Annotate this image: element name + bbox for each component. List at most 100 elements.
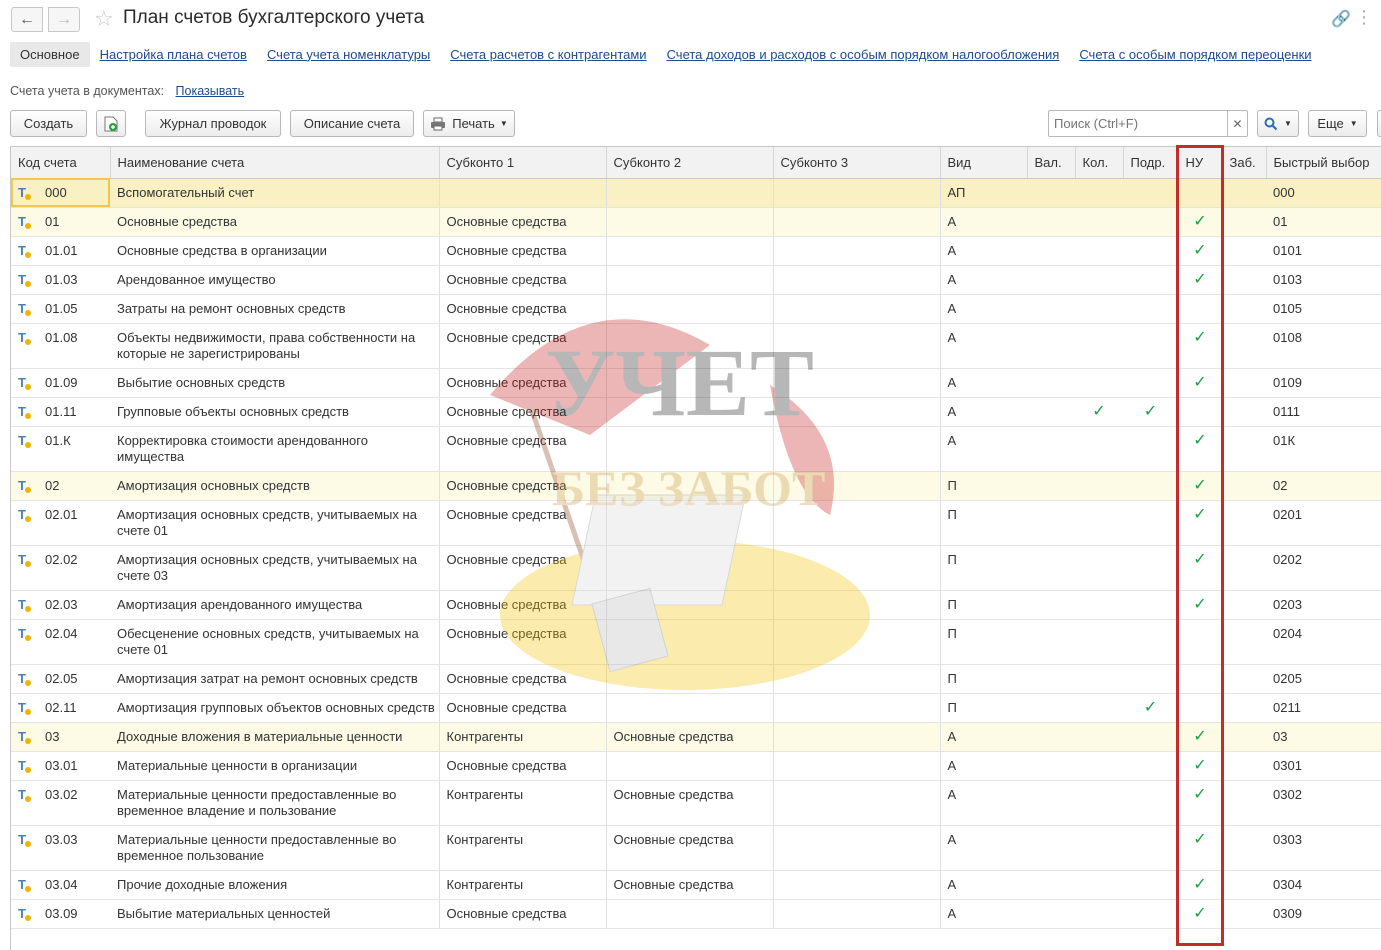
tab-special-tax-accounts[interactable]: Счета доходов и расходов с особым порядк…: [667, 47, 1060, 62]
cell-subconto1: [439, 178, 607, 208]
col-header-subconto1[interactable]: Субконто 1: [439, 147, 607, 179]
tab-chart-settings[interactable]: Настройка плана счетов: [100, 47, 247, 62]
cell-kol-flag: [1075, 751, 1123, 781]
table-row[interactable]: T 02.05 Амортизация затрат на ремонт основ…: [11, 664, 1381, 694]
cell-quick-text: 0304: [1273, 876, 1302, 892]
cell-subconto3: [773, 870, 941, 900]
create-button-label: Создать: [23, 116, 74, 131]
table-row[interactable]: T 01.09 Выбытие основных средств Основные с…: [11, 368, 1381, 398]
cell-subconto2: Основные средства: [606, 722, 774, 752]
table-row[interactable]: T 01.05 Затраты на ремонт основных средств…: [11, 294, 1381, 324]
cell-subconto3: [773, 471, 941, 501]
cell-subconto3: [773, 500, 941, 546]
cell-nu-flag: ✓: [1178, 500, 1222, 546]
table-row[interactable]: T 01.К Корректировка стоимости арендованно…: [11, 426, 1381, 472]
more-vertical-icon[interactable]: ⋮: [1355, 7, 1373, 28]
table-row[interactable]: T 03.03 Материальные ценности предоставлен…: [11, 825, 1381, 871]
cell-offbalance: [1222, 178, 1266, 208]
cell-subconto2: [606, 619, 774, 665]
cell-name-text: Основные средства в организации: [117, 242, 327, 258]
table-row[interactable]: T 02.01 Амортизация основных средств, учит…: [11, 500, 1381, 546]
table-row[interactable]: T 01.03 Арендованное имущество Основные сре…: [11, 265, 1381, 295]
cell-quick: 0201: [1266, 500, 1381, 546]
description-button[interactable]: Описание счета: [290, 110, 414, 137]
cell-name: Объекты недвижимости, права собственност…: [110, 323, 440, 369]
col-header-division[interactable]: Подр.: [1123, 147, 1179, 179]
table-row[interactable]: T 02.11 Амортизация групповых объектов осн…: [11, 693, 1381, 723]
cell-subconto1-text: Основные средства: [446, 403, 567, 419]
favorite-star-icon[interactable]: ☆: [94, 6, 114, 31]
col-header-offbalance[interactable]: Заб.: [1222, 147, 1267, 179]
search-options-button[interactable]: ▼: [1257, 110, 1299, 137]
col-header-code[interactable]: Код счета: [11, 147, 111, 179]
cell-val-flag: [1027, 899, 1075, 929]
cell-name-text: Затраты на ремонт основных средств: [117, 300, 346, 316]
clear-search-icon[interactable]: ✕: [1227, 111, 1247, 136]
cell-podr-flag: [1123, 664, 1178, 694]
cell-kind-text: П: [947, 506, 957, 522]
cell-code-text: 03.04: [45, 876, 78, 892]
description-button-label: Описание счета: [303, 116, 401, 131]
cell-subconto1: Основные средства: [439, 500, 607, 546]
check-icon: ✓: [1193, 727, 1207, 745]
table-row[interactable]: T 01.01 Основные средства в организации Осн…: [11, 236, 1381, 266]
help-button[interactable]: [1377, 110, 1381, 137]
table-row[interactable]: T 03.01 Материальные ценности в организаци…: [11, 751, 1381, 781]
tab-nomenclature-accounts[interactable]: Счета учета номенклатуры: [267, 47, 430, 62]
tab-revaluation-accounts[interactable]: Счета с особым порядком переоценки: [1079, 47, 1311, 62]
col-header-kind[interactable]: Вид: [940, 147, 1028, 179]
cell-kind-text: А: [947, 905, 957, 921]
col-header-currency[interactable]: Вал.: [1027, 147, 1076, 179]
toolbar: Создать Журнал проводок Описание счета П…: [0, 110, 1381, 138]
cell-code: T 01: [11, 207, 110, 237]
show-link[interactable]: Показывать: [176, 84, 245, 98]
table-row[interactable]: T 03.04 Прочие доходные вложения Контрагент…: [11, 870, 1381, 900]
cell-name-text: Объекты недвижимости, права собственност…: [117, 329, 416, 361]
col-header-quantity[interactable]: Кол.: [1075, 147, 1124, 179]
back-button[interactable]: ←: [11, 7, 43, 32]
table-row[interactable]: T 01.08 Объекты недвижимости, права собств…: [11, 323, 1381, 369]
table-row[interactable]: T 03 Доходные вложения в материальные ценн…: [11, 722, 1381, 752]
cell-subconto3: [773, 693, 941, 723]
more-button[interactable]: Еще ▼: [1308, 110, 1367, 137]
create-copy-button[interactable]: [96, 110, 126, 137]
table-row[interactable]: T 000 Вспомогательный счет АП 000: [11, 178, 1381, 208]
cell-code: T 02.11: [11, 693, 110, 723]
tab-main[interactable]: Основное: [10, 41, 90, 67]
print-button[interactable]: Печать ▼: [423, 110, 515, 137]
cell-val-flag: [1027, 590, 1075, 620]
table-row[interactable]: T 02.02 Амортизация основных средств, учит…: [11, 545, 1381, 591]
table-row[interactable]: T 03.09 Выбытие материальных ценностей Осно…: [11, 899, 1381, 929]
table-row[interactable]: T 02.04 Обесценение основных средств, учит…: [11, 619, 1381, 665]
col-header-name[interactable]: Наименование счета: [110, 147, 440, 179]
cell-nu-flag: ✓: [1178, 545, 1222, 591]
col-header-subconto2[interactable]: Субконто 2: [606, 147, 774, 179]
link-icon[interactable]: 🔗: [1331, 9, 1351, 29]
col-header-subconto3[interactable]: Субконто 3: [773, 147, 941, 179]
forward-button[interactable]: →: [48, 7, 80, 32]
cell-name: Материальные ценности предоставленные во…: [110, 780, 440, 826]
cell-kind-text: АП: [947, 184, 966, 200]
journal-button[interactable]: Журнал проводок: [145, 110, 281, 137]
cell-podr-flag: [1123, 780, 1178, 826]
col-header-tax[interactable]: НУ: [1178, 147, 1223, 179]
tab-counterparty-accounts[interactable]: Счета расчетов с контрагентами: [450, 47, 646, 62]
cell-offbalance: [1222, 619, 1266, 665]
cell-name-text: Групповые объекты основных средств: [117, 403, 349, 419]
cell-val-flag: [1027, 265, 1075, 295]
table-row[interactable]: T 02 Амортизация основных средств Основные …: [11, 471, 1381, 501]
cell-offbalance: [1222, 545, 1266, 591]
table-row[interactable]: T 01 Основные средства Основные средства А ✓ 0…: [11, 207, 1381, 237]
cell-kind-text: П: [947, 551, 957, 567]
cell-subconto3: [773, 236, 941, 266]
cell-kind-text: А: [947, 329, 957, 345]
table-row[interactable]: T 02.03 Амортизация арендованного имуществ…: [11, 590, 1381, 620]
create-button[interactable]: Создать: [10, 110, 87, 137]
cell-podr-flag: [1123, 545, 1178, 591]
check-icon: ✓: [1193, 595, 1207, 613]
table-row[interactable]: T 01.11 Групповые объекты основных средств…: [11, 397, 1381, 427]
cell-name-text: Материальные ценности предоставленные во…: [117, 831, 397, 863]
col-header-quick[interactable]: Быстрый выбор: [1266, 147, 1381, 179]
table-row[interactable]: T 03.02 Материальные ценности предоставлен…: [11, 780, 1381, 826]
search-input[interactable]: [1049, 111, 1224, 136]
